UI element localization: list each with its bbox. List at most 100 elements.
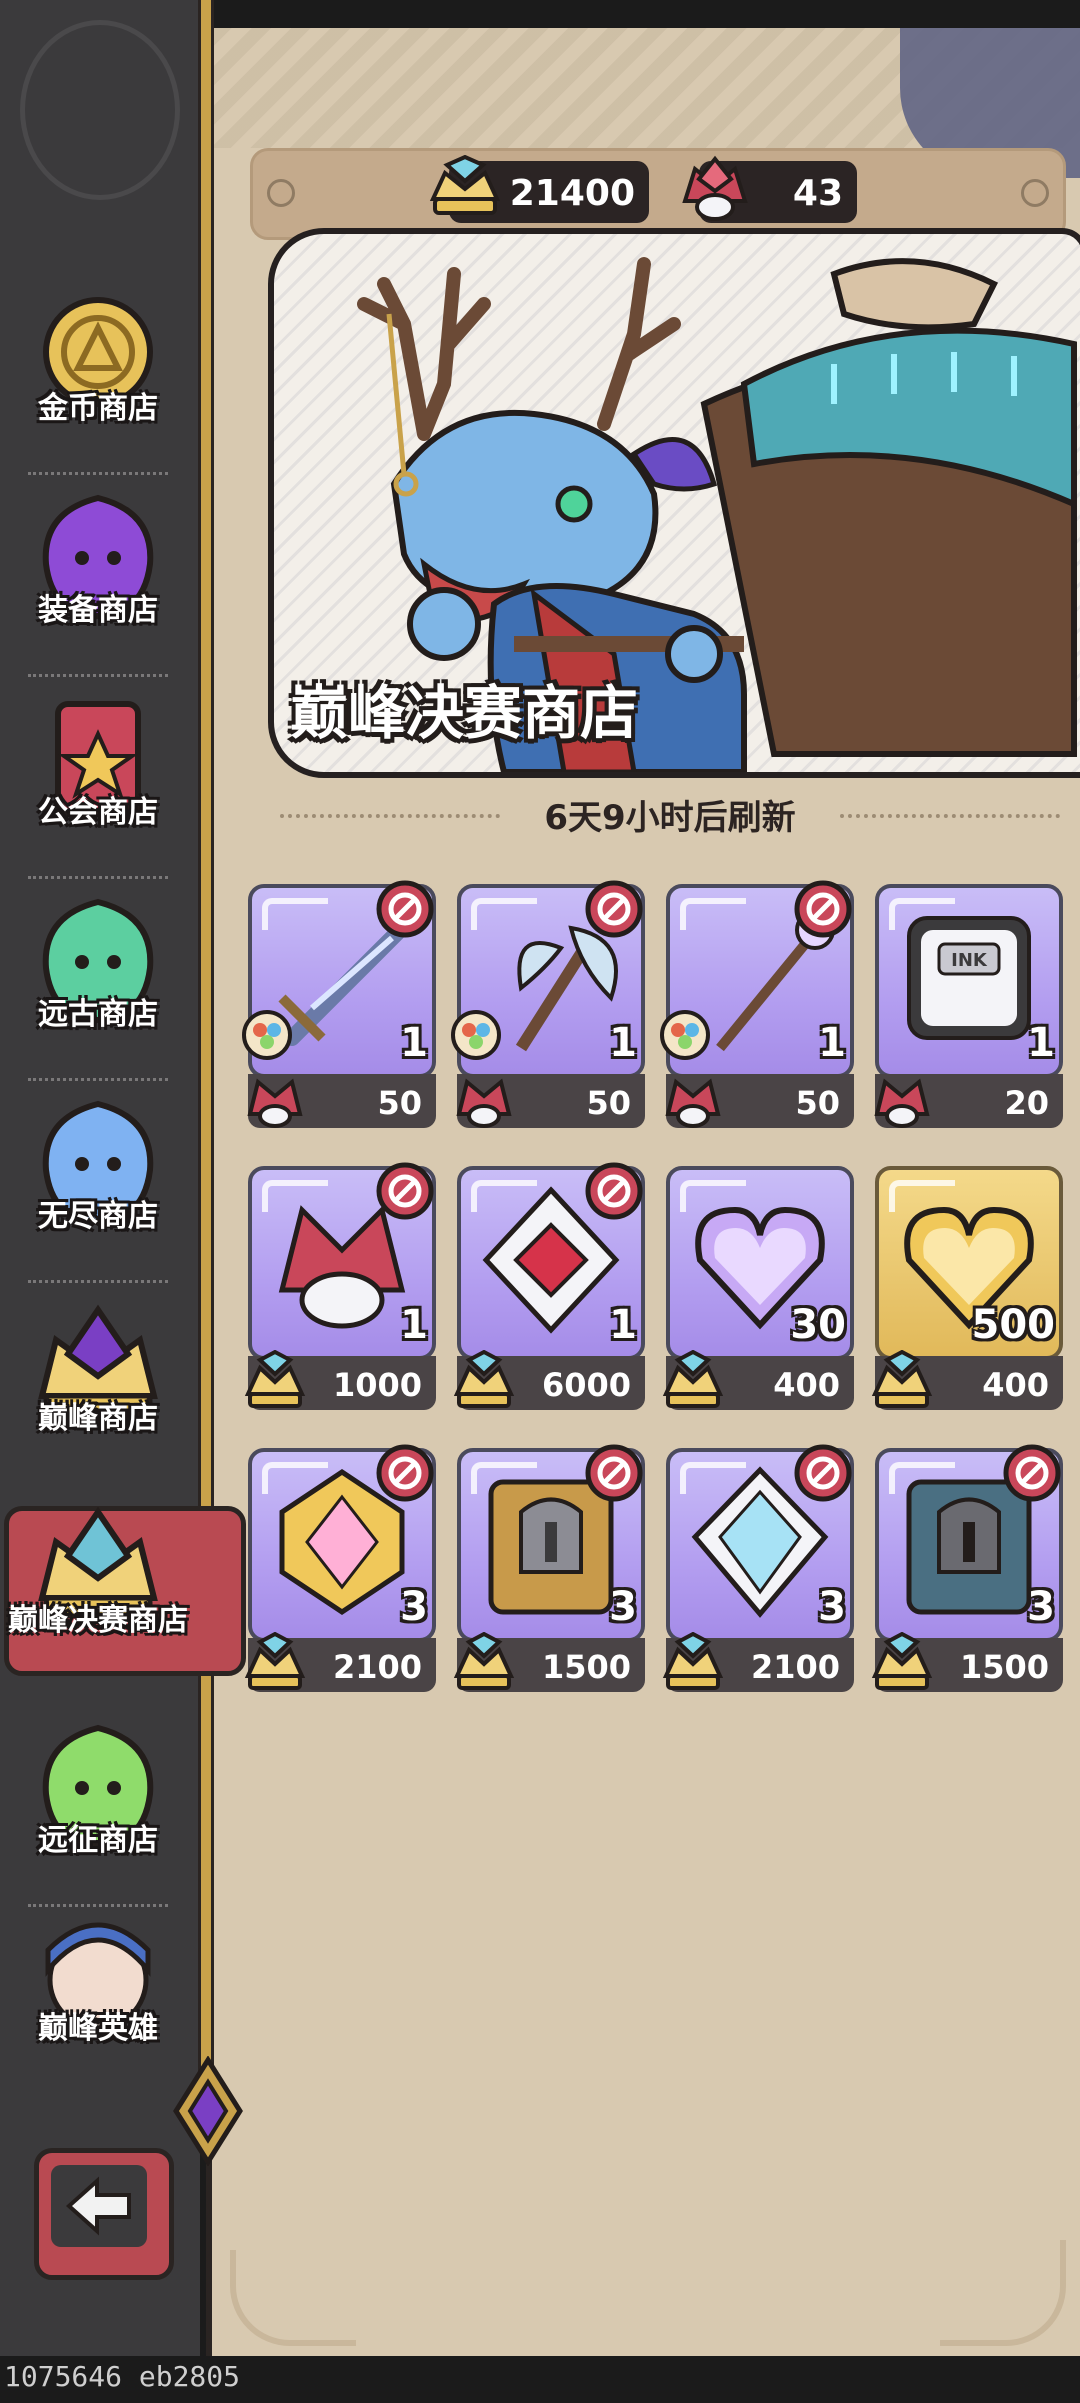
crown-gem-icon bbox=[429, 155, 501, 215]
item-quantity: 3 bbox=[818, 1584, 846, 1630]
shop-item-purple-heart[interactable]: 30 400 bbox=[662, 1166, 854, 1416]
crown-gem-icon bbox=[453, 1350, 515, 1408]
price-bar: 400 bbox=[871, 1350, 1063, 1410]
shop-item-emblem[interactable]: 1 6000 bbox=[453, 1162, 645, 1416]
sidebar-item-peak[interactable]: 巅峰商店 bbox=[0, 1300, 196, 1500]
gem-currency[interactable]: 21400 bbox=[429, 155, 649, 223]
peak-token-icon bbox=[682, 155, 748, 221]
item-price: 1000 bbox=[332, 1366, 422, 1404]
crown-gem-icon bbox=[871, 1632, 933, 1690]
divider bbox=[280, 814, 500, 818]
item-card: INK 1 bbox=[875, 884, 1063, 1078]
banner-title: 巅峰决赛商店 bbox=[290, 679, 639, 747]
item-price: 1500 bbox=[959, 1648, 1049, 1686]
rainbow-set-icon bbox=[242, 1010, 292, 1060]
price-bar: 50 bbox=[247, 1074, 436, 1128]
sidebar-item-coin[interactable]: 金币商店 bbox=[0, 290, 196, 490]
sidebar-item-label: 装备商店 bbox=[38, 593, 158, 628]
price-bar: 2100 bbox=[244, 1632, 436, 1692]
item-quantity: 1 bbox=[400, 1020, 428, 1066]
prohibited-icon bbox=[585, 1444, 643, 1502]
peak-token-icon bbox=[456, 1078, 512, 1128]
prohibited-icon bbox=[585, 1162, 643, 1220]
shop-item-axe[interactable]: 1 50 bbox=[451, 880, 645, 1134]
shop-item-token-chest[interactable]: 1 1000 bbox=[244, 1162, 436, 1416]
currency-bar: 21400 43 bbox=[250, 148, 1066, 240]
price-bar: 1500 bbox=[871, 1632, 1063, 1692]
crown-gem-icon bbox=[662, 1350, 724, 1408]
token-currency[interactable]: 43 bbox=[682, 155, 857, 223]
item-price: 400 bbox=[982, 1366, 1049, 1404]
item-quantity: 3 bbox=[1027, 1584, 1055, 1630]
shop-banner: 巅峰决赛商店 bbox=[268, 228, 1080, 778]
item-card: 30 bbox=[666, 1166, 854, 1360]
sidebar-item-endless[interactable]: 无尽商店 bbox=[0, 1098, 196, 1298]
item-quantity: 500 bbox=[971, 1302, 1056, 1348]
sidebar-divider bbox=[28, 1280, 168, 1283]
sidebar-item-label: 巅峰商店 bbox=[38, 1401, 158, 1436]
sidebar-ornament bbox=[20, 20, 180, 200]
item-price: 2100 bbox=[750, 1648, 840, 1686]
sidebar-item-equipment[interactable]: 装备商店 bbox=[0, 492, 196, 692]
sidebar-item-ancient[interactable]: 远古商店 bbox=[0, 896, 196, 1096]
prohibited-icon bbox=[376, 1162, 434, 1220]
bar-end-ornament bbox=[1021, 179, 1049, 207]
shop-item-ink-box[interactable]: INK 1 20 bbox=[874, 884, 1063, 1134]
item-price: 20 bbox=[1004, 1084, 1049, 1122]
item-price: 50 bbox=[377, 1084, 422, 1122]
prohibited-icon bbox=[1003, 1444, 1061, 1502]
sidebar-item-hero[interactable]: 巅峰英雄 bbox=[0, 1910, 196, 2110]
bar-end-ornament bbox=[267, 179, 295, 207]
item-price: 400 bbox=[773, 1366, 840, 1404]
shop-item-dark-helmet-book[interactable]: 3 1500 bbox=[871, 1444, 1063, 1698]
shop-item-gold-helmet-book[interactable]: 3 1500 bbox=[453, 1444, 645, 1698]
token-amount: 43 bbox=[792, 173, 843, 214]
sidebar-rail bbox=[198, 0, 214, 2120]
sidebar-item-peak-final[interactable]: 巅峰决赛商店 bbox=[0, 1502, 196, 1702]
shop-item-sword[interactable]: 1 50 bbox=[242, 880, 436, 1134]
item-price: 50 bbox=[586, 1084, 631, 1122]
sidebar-item-guild[interactable]: 公会商店 bbox=[0, 694, 196, 894]
prohibited-icon bbox=[376, 1444, 434, 1502]
item-quantity: 30 bbox=[790, 1302, 846, 1348]
sidebar-item-label: 远征商店 bbox=[38, 1823, 158, 1858]
prohibited-icon bbox=[794, 1444, 852, 1502]
item-quantity: 1 bbox=[609, 1020, 637, 1066]
item-quantity: 3 bbox=[609, 1584, 637, 1630]
crown-gem-icon bbox=[244, 1350, 306, 1408]
rail-gem-icon bbox=[173, 2056, 243, 2166]
item-price: 1500 bbox=[541, 1648, 631, 1686]
item-quantity: 1 bbox=[609, 1302, 637, 1348]
shop-item-gold-heart[interactable]: 500 400 bbox=[871, 1166, 1063, 1416]
shop-item-amber-crystal[interactable]: 3 2100 bbox=[244, 1444, 436, 1698]
ink-label: INK bbox=[951, 950, 988, 971]
sidebar-item-label: 公会商店 bbox=[38, 795, 158, 830]
back-button-inner bbox=[51, 2165, 147, 2247]
price-bar: 20 bbox=[874, 1074, 1063, 1128]
item-price: 2100 bbox=[332, 1648, 422, 1686]
item-quantity: 1 bbox=[1027, 1020, 1055, 1066]
back-button[interactable] bbox=[34, 2148, 174, 2280]
sidebar-item-label: 巅峰英雄 bbox=[38, 2011, 158, 2046]
shop-item-blue-crystal[interactable]: 3 2100 bbox=[662, 1444, 854, 1698]
gem-amount: 21400 bbox=[509, 173, 635, 214]
sidebar-item-expedition[interactable]: 远征商店 bbox=[0, 1722, 196, 1922]
price-bar: 2100 bbox=[662, 1632, 854, 1692]
refresh-timer: 6天9小时后刷新 bbox=[544, 798, 796, 838]
sidebar-divider bbox=[28, 1904, 168, 1907]
price-bar: 50 bbox=[665, 1074, 854, 1128]
build-id: 1075646 eb2805 bbox=[4, 2360, 241, 2393]
price-bar: 400 bbox=[662, 1350, 854, 1410]
peak-token-icon bbox=[874, 1078, 930, 1128]
crown-gem-icon bbox=[453, 1632, 515, 1690]
sidebar-item-label: 巅峰决赛商店 bbox=[8, 1603, 188, 1638]
crown-gem-icon bbox=[871, 1350, 933, 1408]
shop-item-staff[interactable]: 1 50 bbox=[660, 880, 854, 1134]
rainbow-set-icon bbox=[660, 1010, 710, 1060]
sidebar-item-label: 无尽商店 bbox=[38, 1199, 158, 1234]
sidebar-divider bbox=[28, 674, 168, 677]
item-card: 500 bbox=[875, 1166, 1063, 1360]
sidebar-divider bbox=[28, 1078, 168, 1081]
item-price: 6000 bbox=[541, 1366, 631, 1404]
peak-token-icon bbox=[247, 1078, 303, 1128]
